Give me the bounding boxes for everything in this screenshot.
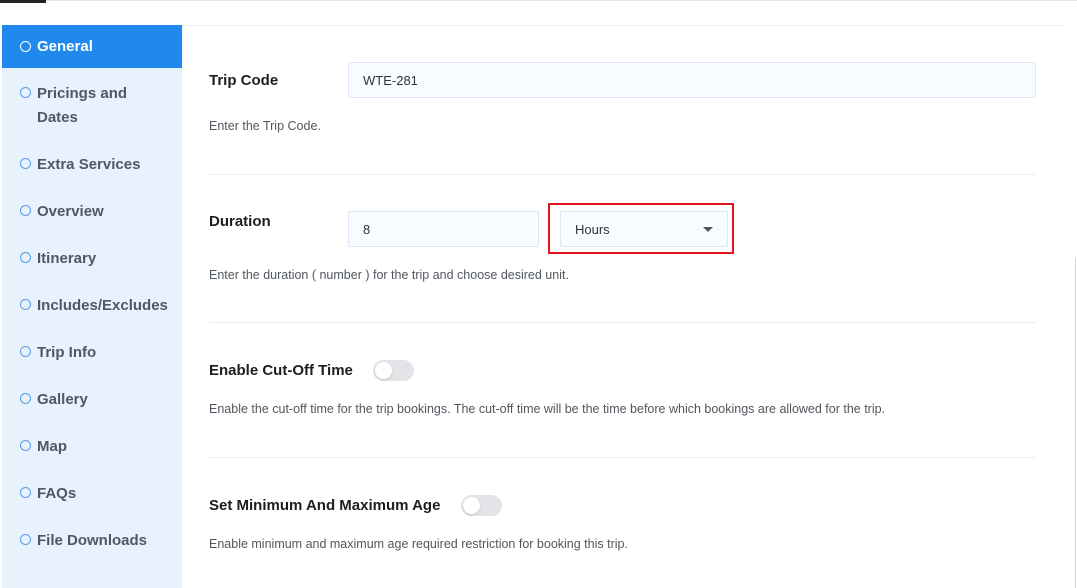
circle-icon — [20, 393, 31, 404]
sidebar-item-label: Itinerary — [37, 250, 97, 267]
duration-label: Duration — [209, 213, 271, 230]
circle-icon — [20, 487, 31, 498]
circle-icon — [20, 440, 31, 451]
sidebar-item-faqs[interactable]: FAQs — [2, 482, 182, 506]
sidebar-item-label: File Downloads — [37, 532, 148, 549]
top-divider — [0, 0, 1077, 1]
sidebar-item-label: Trip Info — [37, 344, 97, 361]
cutoff-help: Enable the cut-off time for the trip boo… — [209, 402, 886, 416]
sidebar-item-includes-excludes[interactable]: Includes/Excludes — [2, 294, 182, 318]
sidebar-item-gallery[interactable]: Gallery — [2, 388, 182, 412]
toggle-knob — [375, 362, 392, 379]
circle-icon — [20, 534, 31, 545]
sidebar-item-label: Includes/Excludes — [37, 297, 168, 314]
section-divider — [209, 322, 1036, 323]
sidebar-item-label: Map — [37, 438, 67, 455]
trip-code-label: Trip Code — [209, 72, 279, 89]
sidebar-item-itinerary[interactable]: Itinerary — [2, 247, 182, 271]
circle-icon — [20, 158, 31, 169]
duration-help: Enter the duration ( number ) for the tr… — [209, 268, 569, 282]
section-divider — [209, 457, 1036, 458]
sidebar-item-label: Pricings and Dates — [37, 85, 128, 126]
circle-icon — [20, 41, 31, 52]
sidebar-item-general[interactable]: General — [2, 25, 182, 68]
sidebar-item-extra-services[interactable]: Extra Services — [2, 153, 182, 177]
top-bar-fragment — [0, 0, 46, 3]
duration-unit-highlight: Hours — [548, 203, 734, 254]
sidebar-item-label: FAQs — [37, 485, 77, 502]
age-toggle[interactable] — [461, 495, 502, 516]
cutoff-label: Enable Cut-Off Time — [209, 362, 353, 379]
sidebar-item-label: Overview — [37, 203, 104, 220]
content-right-edge — [1075, 258, 1076, 588]
sidebar-item-file-downloads[interactable]: File Downloads — [2, 529, 182, 553]
toggle-knob — [463, 497, 480, 514]
settings-sidebar: General Pricings and Dates Extra Service… — [2, 25, 182, 588]
circle-icon — [20, 346, 31, 357]
circle-icon — [20, 87, 31, 98]
age-label: Set Minimum And Maximum Age — [209, 497, 441, 514]
sidebar-item-map[interactable]: Map — [2, 435, 182, 459]
duration-unit-value: Hours — [575, 221, 610, 237]
circle-icon — [20, 299, 31, 310]
sidebar-item-label: Gallery — [37, 391, 88, 408]
cutoff-toggle[interactable] — [373, 360, 414, 381]
sidebar-item-label: Extra Services — [37, 156, 141, 173]
sidebar-item-overview[interactable]: Overview — [2, 200, 182, 224]
duration-number-input[interactable]: 8 — [348, 211, 539, 247]
content-top-divider — [182, 25, 1063, 26]
sidebar-item-trip-info[interactable]: Trip Info — [2, 341, 182, 365]
section-divider — [209, 174, 1036, 175]
age-help: Enable minimum and maximum age required … — [209, 537, 628, 551]
circle-icon — [20, 205, 31, 216]
sidebar-item-pricings-and-dates[interactable]: Pricings and Dates — [2, 82, 182, 130]
caret-down-icon — [703, 227, 713, 232]
duration-unit-select[interactable]: Hours — [560, 211, 728, 247]
trip-code-input[interactable]: WTE-281 — [348, 62, 1036, 98]
trip-code-help: Enter the Trip Code. — [209, 119, 321, 133]
circle-icon — [20, 252, 31, 263]
trip-settings-page: General Pricings and Dates Extra Service… — [0, 0, 1077, 588]
sidebar-item-label: General — [37, 37, 93, 55]
